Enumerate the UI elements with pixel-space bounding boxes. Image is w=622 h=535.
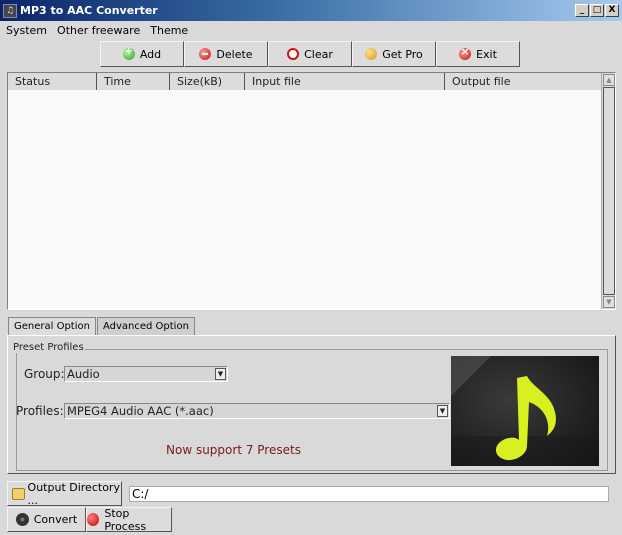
toolbar: Add Delete Clear Get Pro Exit	[100, 41, 520, 67]
column-size[interactable]: Size(kB)	[170, 73, 245, 90]
convert-label: Convert	[33, 513, 78, 526]
option-tabs: General Option Advanced Option	[8, 317, 196, 336]
delete-label: Delete	[216, 47, 253, 61]
profiles-select[interactable]: MPEG4 Audio AAC (*.aac) ▼	[64, 403, 450, 419]
tab-general-option[interactable]: General Option	[8, 317, 96, 336]
column-time[interactable]: Time	[97, 73, 170, 90]
group-value: Audio	[67, 367, 100, 381]
minimize-button[interactable]: _	[575, 4, 589, 17]
app-icon: ♫	[3, 3, 17, 18]
film-reel-icon	[15, 513, 29, 526]
exit-icon	[459, 45, 472, 60]
get-pro-label: Get Pro	[382, 47, 423, 61]
vertical-scrollbar[interactable]: ▲ ▼	[601, 73, 615, 309]
column-output-file[interactable]: Output file	[445, 73, 601, 90]
exit-label: Exit	[476, 47, 497, 61]
chevron-down-icon[interactable]: ▼	[215, 368, 226, 380]
group-select[interactable]: Audio ▼	[64, 366, 228, 382]
clear-button[interactable]: Clear	[268, 41, 352, 67]
smiley-icon	[365, 48, 378, 60]
format-artwork	[451, 356, 599, 466]
chevron-down-icon[interactable]: ▼	[437, 405, 448, 417]
stop-process-label: Stop Process	[104, 506, 147, 533]
file-list-header: Status Time Size(kB) Input file Output f…	[8, 73, 601, 90]
output-directory-button[interactable]: Output Directory ...	[7, 480, 122, 507]
folder-icon	[12, 487, 25, 500]
profiles-label: Profiles:	[16, 404, 64, 418]
add-icon	[122, 46, 135, 60]
close-button[interactable]: X	[605, 4, 619, 17]
menu-system[interactable]: System	[6, 24, 47, 37]
profiles-value: MPEG4 Audio AAC (*.aac)	[67, 404, 214, 418]
output-directory-label: Output Directory ...	[27, 480, 120, 507]
clear-label: Clear	[304, 47, 333, 61]
exit-button[interactable]: Exit	[436, 41, 520, 67]
delete-icon	[199, 48, 212, 60]
tab-advanced-option[interactable]: Advanced Option	[96, 317, 195, 335]
column-input-file[interactable]: Input file	[245, 73, 445, 90]
convert-button[interactable]: Convert	[7, 507, 86, 532]
column-status[interactable]: Status	[8, 73, 97, 90]
maximize-button[interactable]: □	[590, 4, 604, 17]
scroll-thumb[interactable]	[603, 87, 615, 295]
add-button[interactable]: Add	[100, 41, 184, 67]
get-pro-button[interactable]: Get Pro	[352, 41, 436, 67]
preset-profiles-title: Preset Profiles	[12, 342, 85, 353]
add-label: Add	[139, 47, 162, 61]
file-list[interactable]: Status Time Size(kB) Input file Output f…	[7, 72, 616, 310]
scroll-up-arrow[interactable]: ▲	[603, 74, 615, 86]
delete-button[interactable]: Delete	[184, 41, 268, 67]
scroll-down-arrow[interactable]: ▼	[603, 296, 615, 308]
window-title: MP3 to AAC Converter	[20, 4, 158, 17]
menu-bar: System Other freeware Theme	[0, 21, 622, 39]
output-directory-input[interactable]: C:/	[129, 486, 609, 502]
stop-icon	[87, 513, 100, 526]
title-bar: ♫ MP3 to AAC Converter _ □ X	[0, 0, 622, 21]
menu-theme[interactable]: Theme	[150, 24, 188, 37]
group-label: Group:	[24, 367, 65, 381]
music-note-icon	[451, 356, 599, 466]
menu-other-freeware[interactable]: Other freeware	[57, 24, 140, 37]
presets-note: Now support 7 Presets	[166, 443, 301, 457]
clear-icon	[287, 48, 300, 60]
stop-process-button[interactable]: Stop Process	[86, 506, 172, 533]
